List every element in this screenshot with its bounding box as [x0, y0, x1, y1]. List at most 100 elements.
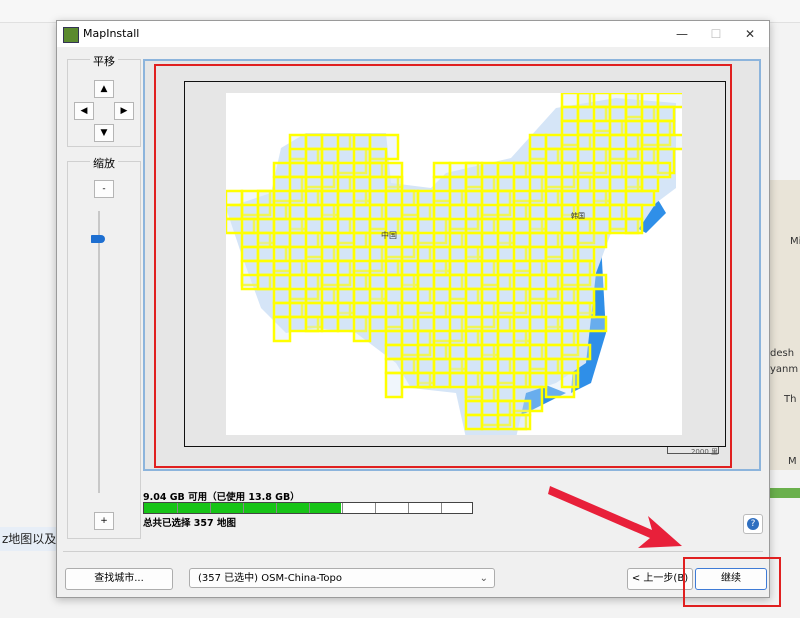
- map-tile[interactable]: [592, 147, 612, 165]
- pan-down-button[interactable]: ▼: [94, 124, 114, 142]
- map-tile[interactable]: [528, 301, 548, 319]
- map-tile[interactable]: [384, 329, 404, 347]
- map-tile[interactable]: [496, 259, 516, 277]
- map-tile[interactable]: [272, 287, 292, 305]
- map-tile[interactable]: [528, 175, 548, 193]
- map-tile[interactable]: [416, 245, 436, 263]
- map-tile[interactable]: [512, 287, 532, 305]
- map-tile[interactable]: [416, 231, 436, 249]
- map-tile[interactable]: [336, 245, 356, 263]
- map-tile[interactable]: [400, 273, 420, 291]
- map-tile[interactable]: [576, 273, 608, 291]
- map-tile[interactable]: [432, 343, 452, 361]
- map-tile[interactable]: [544, 357, 564, 375]
- maximize-button[interactable]: ☐: [699, 21, 733, 47]
- map-tile[interactable]: [384, 287, 404, 305]
- map-tile[interactable]: [656, 119, 676, 137]
- map-tile[interactable]: [608, 189, 628, 207]
- map-product-select[interactable]: (357 已选中) OSM-China-Topo ⌄: [189, 568, 495, 588]
- map-tile[interactable]: [464, 399, 484, 417]
- map-tile[interactable]: [336, 161, 356, 179]
- map-tile[interactable]: [560, 343, 592, 361]
- map-tile[interactable]: [496, 301, 516, 319]
- map-tile[interactable]: [576, 245, 596, 263]
- map-tile[interactable]: [464, 203, 484, 221]
- map-tile[interactable]: [576, 175, 596, 193]
- map-tile[interactable]: [640, 175, 660, 193]
- map-tile[interactable]: [640, 133, 660, 151]
- map-tile[interactable]: [272, 273, 292, 291]
- map-tile[interactable]: [432, 329, 452, 347]
- map-tile[interactable]: [464, 315, 484, 333]
- map-tile[interactable]: [288, 245, 308, 263]
- map-tile[interactable]: [320, 273, 340, 291]
- map-tile[interactable]: [288, 175, 308, 193]
- map-tile[interactable]: [384, 259, 404, 277]
- map-tile[interactable]: [416, 371, 436, 389]
- map-tile[interactable]: [480, 371, 500, 389]
- map-tile[interactable]: [464, 357, 484, 375]
- map-tile[interactable]: [640, 147, 660, 165]
- map-tile[interactable]: [592, 91, 612, 109]
- map-tile[interactable]: [288, 161, 308, 179]
- map-tile[interactable]: [544, 189, 564, 207]
- map-tile[interactable]: [400, 231, 420, 249]
- map-tile[interactable]: [576, 91, 596, 109]
- map-tile[interactable]: [352, 273, 372, 291]
- zoom-in-button[interactable]: +: [94, 512, 114, 530]
- map-tile[interactable]: [352, 259, 372, 277]
- map-tile[interactable]: [640, 91, 660, 109]
- map-tile[interactable]: [656, 133, 688, 151]
- china-map-tiles[interactable]: 中国 韩国: [224, 91, 688, 438]
- map-tile[interactable]: [512, 161, 532, 179]
- map-tile[interactable]: [224, 189, 244, 207]
- map-tile[interactable]: [608, 119, 628, 137]
- map-tile[interactable]: [576, 231, 608, 249]
- map-tile[interactable]: [480, 385, 500, 403]
- map-tile[interactable]: [512, 371, 532, 389]
- map-tile[interactable]: [528, 217, 548, 235]
- map-tile[interactable]: [576, 301, 596, 319]
- map-tile[interactable]: [544, 343, 564, 361]
- map-tile[interactable]: [256, 259, 276, 277]
- map-tile[interactable]: [512, 329, 532, 347]
- map-tile[interactable]: [624, 217, 644, 235]
- pan-up-button[interactable]: ▲: [94, 80, 114, 98]
- map-tile[interactable]: [448, 231, 468, 249]
- map-tile[interactable]: [496, 385, 516, 403]
- map-tile[interactable]: [320, 287, 340, 305]
- map-tile[interactable]: [304, 175, 324, 193]
- map-tile[interactable]: [544, 217, 564, 235]
- map-tile[interactable]: [368, 189, 388, 207]
- map-tile[interactable]: [448, 175, 468, 193]
- map-tile[interactable]: [240, 217, 260, 235]
- map-tile[interactable]: [624, 189, 656, 207]
- map-tile[interactable]: [560, 357, 580, 375]
- map-tile[interactable]: [576, 259, 596, 277]
- map-tile[interactable]: [576, 315, 608, 333]
- map-tile[interactable]: [272, 189, 292, 207]
- map-tile[interactable]: [432, 259, 452, 277]
- map-tile[interactable]: [640, 161, 672, 179]
- map-tile[interactable]: [544, 259, 564, 277]
- map-tile[interactable]: [432, 161, 452, 179]
- map-tile[interactable]: [624, 175, 644, 193]
- map-tile[interactable]: [512, 231, 532, 249]
- map-tile[interactable]: [528, 259, 548, 277]
- help-button[interactable]: ?: [743, 514, 763, 534]
- map-tile[interactable]: [544, 175, 564, 193]
- map-tile[interactable]: [288, 301, 308, 319]
- map-tile[interactable]: [368, 245, 388, 263]
- map-tile[interactable]: [256, 273, 276, 291]
- map-tile[interactable]: [512, 399, 532, 417]
- map-tile[interactable]: [528, 245, 548, 263]
- map-tile[interactable]: [560, 105, 580, 123]
- map-tile[interactable]: [240, 203, 260, 221]
- map-tile[interactable]: [368, 315, 388, 333]
- map-tile[interactable]: [368, 287, 388, 305]
- map-tile[interactable]: [272, 203, 292, 221]
- map-tile[interactable]: [496, 189, 516, 207]
- map-tile[interactable]: [544, 133, 564, 151]
- map-tile[interactable]: [480, 301, 500, 319]
- map-tile[interactable]: [336, 301, 356, 319]
